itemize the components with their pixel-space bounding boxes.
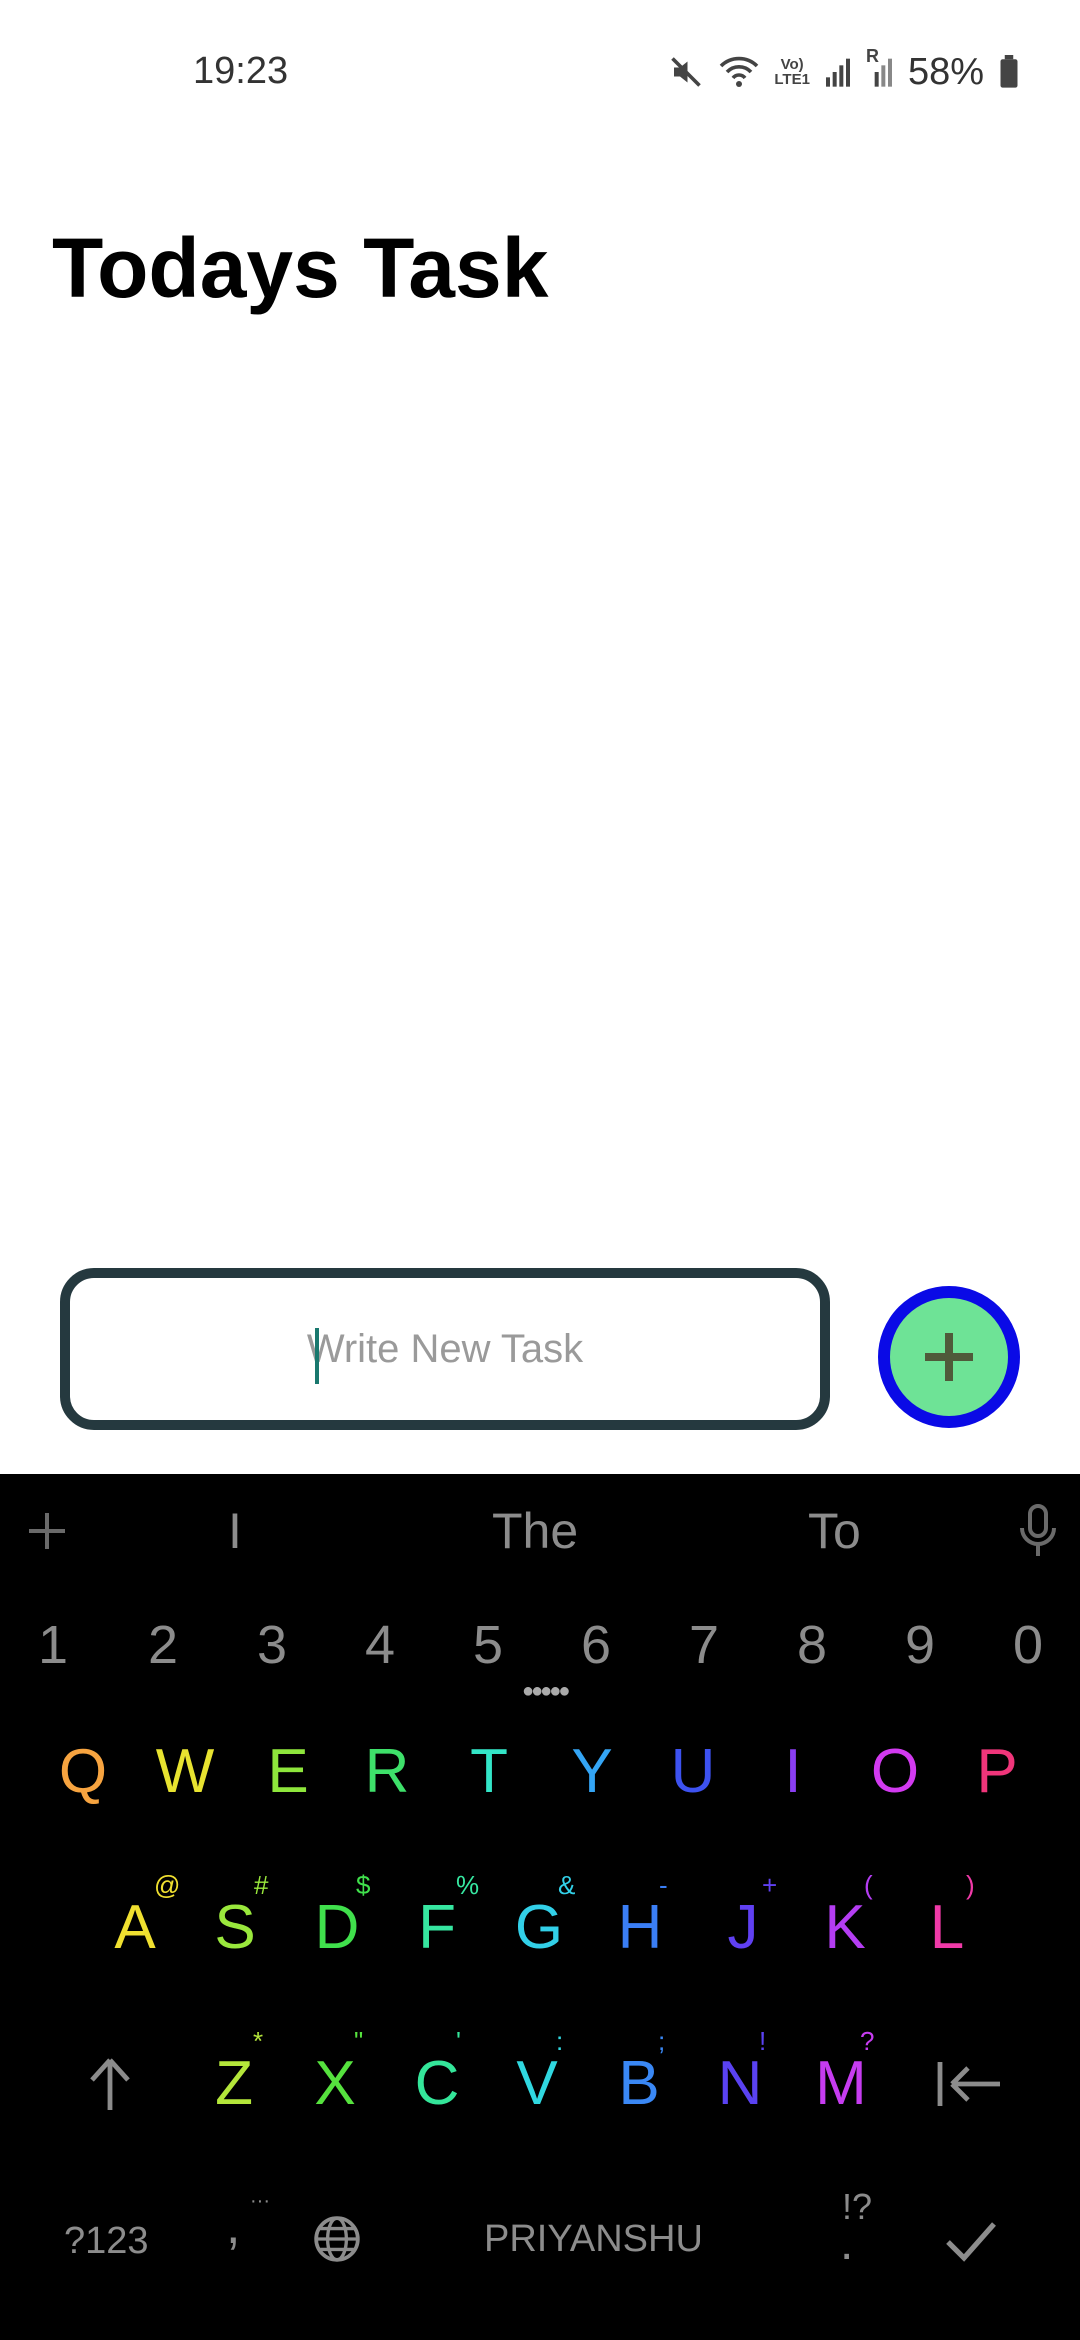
key-v-symbol: : (556, 2026, 564, 2056)
key-b[interactable]: B (594, 2048, 684, 2119)
key-b-symbol: ; (658, 2026, 666, 2056)
key-m[interactable]: M (796, 2048, 886, 2119)
space-bar[interactable]: PRIYANSHU (484, 2218, 703, 2261)
key-s-symbol: # (254, 1870, 269, 1900)
key-0[interactable]: 0 (988, 1614, 1068, 1676)
key-d-symbol: $ (356, 1870, 371, 1900)
keyboard: I The To 1 2 3 4 5 6 7 8 9 0 ●●●●● QWERT… (0, 1474, 1080, 2340)
key-j[interactable]: J (698, 1892, 788, 1963)
key-s[interactable]: S (190, 1892, 280, 1963)
key-z-symbol: * (253, 2026, 264, 2056)
text-cursor (315, 1328, 319, 1384)
task-input[interactable] (70, 1325, 820, 1373)
key-n-symbol: ! (759, 2026, 767, 2056)
plus-icon[interactable] (26, 1510, 68, 1552)
checkmark-icon[interactable] (944, 2218, 998, 2262)
key-n[interactable]: N (695, 2048, 785, 2119)
status-bar: 19:23 Vo) LTE1 R 58% (0, 0, 1080, 150)
key-6[interactable]: 6 (556, 1614, 636, 1676)
suggestion-2[interactable]: The (492, 1502, 578, 1560)
key-l[interactable]: L (902, 1892, 992, 1963)
key-f-symbol: % (456, 1870, 480, 1900)
key-c-symbol: ' (456, 2026, 461, 2056)
key-w[interactable]: W (140, 1736, 230, 1807)
battery-icon (1000, 55, 1018, 88)
wifi-icon (720, 56, 759, 87)
key-r[interactable]: R (342, 1736, 432, 1807)
signal-icon (825, 58, 850, 87)
period-key[interactable]: . (840, 2216, 853, 2271)
key-g[interactable]: G (494, 1892, 584, 1963)
task-input-container[interactable] (60, 1268, 830, 1430)
shift-icon[interactable] (86, 2056, 134, 2112)
battery-percent: 58% (907, 50, 984, 93)
key-8[interactable]: 8 (772, 1614, 852, 1676)
key-f[interactable]: F (392, 1892, 482, 1963)
mute-icon (671, 57, 702, 87)
key-9[interactable]: 9 (880, 1614, 960, 1676)
lte-top-label: Vo) (780, 56, 804, 73)
key-j-symbol: + (762, 1870, 778, 1900)
key-k-symbol: ( (864, 1870, 873, 1900)
suggestion-1[interactable]: I (228, 1502, 242, 1560)
key-d[interactable]: D (292, 1892, 382, 1963)
key-i[interactable]: I (748, 1736, 838, 1807)
roaming-label: R (865, 46, 879, 66)
key-q[interactable]: Q (38, 1736, 128, 1807)
key-4[interactable]: 4 (340, 1614, 420, 1676)
key-k[interactable]: K (800, 1892, 890, 1963)
key-l-symbol: ) (966, 1870, 975, 1900)
comma-sup: ··· (250, 2190, 270, 2212)
key-t[interactable]: T (444, 1736, 534, 1807)
status-icons: Vo) LTE1 R 58% (668, 46, 1020, 96)
key-3[interactable]: 3 (232, 1614, 312, 1676)
key-7[interactable]: 7 (664, 1614, 744, 1676)
key-u[interactable]: U (648, 1736, 738, 1807)
key-h[interactable]: H (595, 1892, 685, 1963)
key-a-symbol: @ (154, 1870, 181, 1900)
microphone-icon[interactable] (1018, 1504, 1058, 1560)
drag-handle-dots: ●●●●● (522, 1680, 570, 1702)
key-1[interactable]: 1 (13, 1614, 93, 1676)
status-time: 19:23 (193, 50, 289, 92)
key-a[interactable]: A (90, 1892, 180, 1963)
globe-icon[interactable] (312, 2214, 362, 2264)
suggestion-3[interactable]: To (808, 1502, 861, 1560)
key-2[interactable]: 2 (123, 1614, 203, 1676)
key-p[interactable]: P (952, 1736, 1042, 1807)
key-y[interactable]: Y (547, 1736, 637, 1807)
key-5[interactable]: 5 (448, 1614, 528, 1676)
page-title: Todays Task (52, 221, 549, 315)
comma-key[interactable]: , (226, 2196, 240, 2256)
key-h-symbol: - (659, 1870, 668, 1900)
key-z[interactable]: Z (189, 2048, 279, 2119)
roaming-signal: R (866, 46, 894, 88)
key-x-symbol: " (354, 2026, 364, 2056)
key-o[interactable]: O (850, 1736, 940, 1807)
lte-bottom-label: LTE1 (774, 71, 810, 88)
symbols-key[interactable]: ?123 (64, 2220, 149, 2263)
suggestion-bar: I The To (0, 1474, 1080, 1586)
lte-indicator: Vo) LTE1 (774, 57, 810, 87)
plus-icon (925, 1333, 973, 1381)
key-e[interactable]: E (243, 1736, 333, 1807)
key-g-symbol: & (558, 1870, 576, 1900)
key-v[interactable]: V (492, 2048, 582, 2119)
key-m-symbol: ? (860, 2026, 875, 2056)
key-x[interactable]: X (290, 2048, 380, 2119)
add-task-button[interactable] (878, 1286, 1020, 1428)
backspace-icon[interactable] (936, 2058, 1004, 2110)
key-c[interactable]: C (392, 2048, 482, 2119)
